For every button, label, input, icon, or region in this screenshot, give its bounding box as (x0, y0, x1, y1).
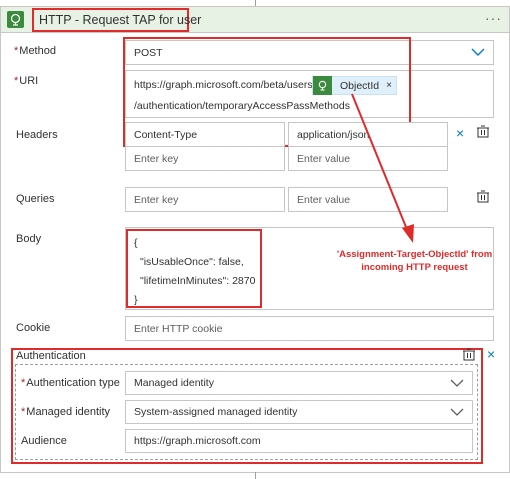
connector-line-bottom (255, 472, 256, 479)
managed-identity-label: *Managed identity (21, 406, 111, 418)
audience-label: Audience (21, 435, 67, 447)
switch-to-text-mode-icon[interactable] (462, 348, 476, 362)
authentication-type-label: *Authentication type (21, 377, 120, 389)
managed-identity-select[interactable]: System-assigned managed identity (125, 400, 473, 424)
authentication-label: Authentication (16, 350, 86, 362)
chevron-down-icon[interactable] (450, 408, 464, 417)
cookie-input[interactable]: Enter HTTP cookie (125, 316, 494, 341)
remove-authentication-icon[interactable]: × (487, 347, 495, 361)
audience-input[interactable]: https://graph.microsoft.com (125, 429, 473, 453)
chevron-down-icon[interactable] (450, 379, 464, 388)
authentication-type-select[interactable]: Managed identity (125, 371, 473, 395)
annotation-text: 'Assignment-Target-ObjectId' from incomi… (336, 249, 493, 273)
cookie-label: Cookie (16, 322, 51, 334)
